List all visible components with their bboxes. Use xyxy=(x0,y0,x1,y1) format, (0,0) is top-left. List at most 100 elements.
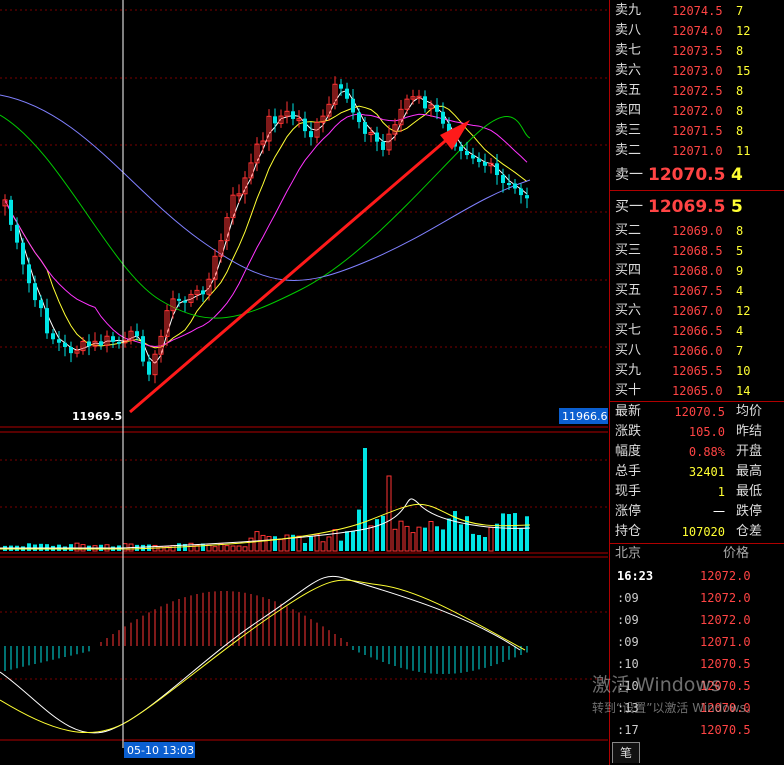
candle-body xyxy=(99,341,103,346)
bid-level-10[interactable]: 买十 12065.0 14 xyxy=(610,381,784,401)
candle-body xyxy=(435,104,439,112)
ask-level-price: 12073.5 xyxy=(672,44,723,58)
stat-row: 总手 32401 最高 xyxy=(610,462,784,482)
ask-level-volume: 8 xyxy=(736,84,744,98)
volume-bar xyxy=(212,546,218,552)
ask-level-4[interactable]: 卖六 12073.0 15 xyxy=(610,61,784,81)
ask-level-8[interactable]: 卖二 12071.0 11 xyxy=(610,141,784,161)
bid-level-9[interactable]: 买九 12065.5 10 xyxy=(610,361,784,381)
stat-label: 现手 xyxy=(615,484,642,499)
candle-body xyxy=(201,290,205,295)
ask-level-label: 卖七 xyxy=(615,43,642,58)
ask-level-3[interactable]: 卖七 12073.5 8 xyxy=(610,41,784,61)
ask-level-6[interactable]: 卖四 12072.0 8 xyxy=(610,101,784,121)
bid-level-price: 12068.5 xyxy=(672,244,723,258)
candle-body xyxy=(63,342,67,347)
volume-bar xyxy=(266,536,272,552)
volume-bar xyxy=(224,545,230,552)
bid-level-volume: 8 xyxy=(736,224,744,238)
bid-level-7[interactable]: 买七 12066.5 4 xyxy=(610,321,784,341)
bid-level-label: 买三 xyxy=(615,243,642,258)
ask-level-volume: 8 xyxy=(736,44,744,58)
bid-level-3[interactable]: 买三 12068.5 5 xyxy=(610,241,784,261)
bid-level-1[interactable]: 买一 12069.5 5 xyxy=(610,192,784,222)
candle-body xyxy=(141,336,145,362)
bid-level-label: 买九 xyxy=(615,363,642,378)
quote-panel: 卖九 12074.5 7 卖八 12074.0 12 卖七 12073.5 8 卖六 12073.0… xyxy=(609,0,784,765)
ask-level-price: 12071.5 xyxy=(672,124,723,138)
bid-level-6[interactable]: 买六 12067.0 12 xyxy=(610,301,784,321)
bid-level-volume: 7 xyxy=(736,344,744,358)
bid-level-price: 12069.5 xyxy=(648,197,726,217)
bid-level-8[interactable]: 买八 12066.0 7 xyxy=(610,341,784,361)
volume-bar xyxy=(141,544,145,551)
volume-bar xyxy=(345,531,349,551)
ask-level-volume: 7 xyxy=(736,4,744,18)
ask-level-volume: 15 xyxy=(736,64,751,78)
volume-bar xyxy=(206,544,212,552)
candle-body xyxy=(177,298,181,301)
candle-body xyxy=(51,333,55,340)
ask-level-9[interactable]: 卖一 12070.5 4 xyxy=(610,160,784,190)
bid-level-volume: 14 xyxy=(736,384,751,398)
tick-price: 12072.0 xyxy=(700,591,751,605)
ask-level-price: 12074.5 xyxy=(672,4,723,18)
volume-bar xyxy=(260,534,266,552)
tick-row[interactable]: 16:23 12072.0 xyxy=(610,565,784,587)
tick-row[interactable]: :09 12071.0 xyxy=(610,631,784,653)
stat-row: 涨停 一跌停 xyxy=(610,502,784,522)
tick-row[interactable]: :09 12072.0 xyxy=(610,609,784,631)
ask-level-label: 卖一 xyxy=(615,167,643,183)
volume-bar xyxy=(351,531,355,551)
ticks-tab[interactable]: 笔 xyxy=(612,742,640,763)
candle-body xyxy=(345,88,349,99)
tick-time: :09 xyxy=(617,635,639,649)
candle-body xyxy=(147,361,151,375)
candle-body xyxy=(273,116,277,124)
bid-level-4[interactable]: 买四 12068.0 9 xyxy=(610,261,784,281)
volume-bar xyxy=(230,545,236,552)
kline-chart-area[interactable]: 11969.5 11966.6 05-10 13:03 xyxy=(0,0,608,765)
bid-level-volume: 10 xyxy=(736,364,751,378)
stat-label: 涨跌 xyxy=(615,424,642,439)
volume-bar xyxy=(392,528,398,552)
volume-bar xyxy=(501,513,505,551)
tick-row[interactable]: :09 12072.0 xyxy=(610,587,784,609)
ask-level-2[interactable]: 卖八 12074.0 12 xyxy=(610,21,784,41)
ask-level-5[interactable]: 卖五 12072.5 8 xyxy=(610,81,784,101)
stat-row: 持仓 107020 仓差 xyxy=(610,522,784,542)
bid-level-price: 12065.5 xyxy=(672,364,723,378)
volume-bar xyxy=(309,536,313,551)
candle-body xyxy=(39,300,43,309)
bid-level-label: 买四 xyxy=(615,263,642,278)
candle-body xyxy=(111,336,115,342)
stat-label: 最新 xyxy=(615,404,642,419)
volume-bar xyxy=(332,529,338,552)
volume-bar xyxy=(273,536,277,551)
volume-bar xyxy=(441,529,445,551)
volume-bar xyxy=(525,516,529,551)
ask-level-1[interactable]: 卖九 12074.5 7 xyxy=(610,1,784,21)
volume-bar xyxy=(477,534,481,551)
ask-level-7[interactable]: 卖三 12071.5 8 xyxy=(610,121,784,141)
bid-level-volume: 5 xyxy=(731,197,743,217)
candle-body xyxy=(519,188,523,196)
tick-row[interactable]: :17 12070.5 xyxy=(610,719,784,741)
ask-level-label: 卖九 xyxy=(615,3,642,18)
bid-level-2[interactable]: 买二 12069.0 8 xyxy=(610,221,784,241)
low-price-label: 11969.5 xyxy=(72,410,122,423)
stat-label-2: 最高 xyxy=(736,464,763,479)
candle-body xyxy=(363,122,367,134)
volume-bar xyxy=(483,536,487,551)
volume-bar xyxy=(368,525,374,552)
bid-level-label: 买七 xyxy=(615,323,642,338)
bid-level-5[interactable]: 买五 12067.5 4 xyxy=(610,281,784,301)
stat-label-2: 均价 xyxy=(736,404,763,419)
volume-bar xyxy=(314,533,320,552)
candle-body xyxy=(477,158,481,162)
bid-level-label: 买六 xyxy=(615,303,642,318)
tick-price: 12072.0 xyxy=(700,613,751,627)
bid-level-volume: 5 xyxy=(736,244,744,258)
bid-level-price: 12066.0 xyxy=(672,344,723,358)
volume-bar xyxy=(381,515,385,551)
